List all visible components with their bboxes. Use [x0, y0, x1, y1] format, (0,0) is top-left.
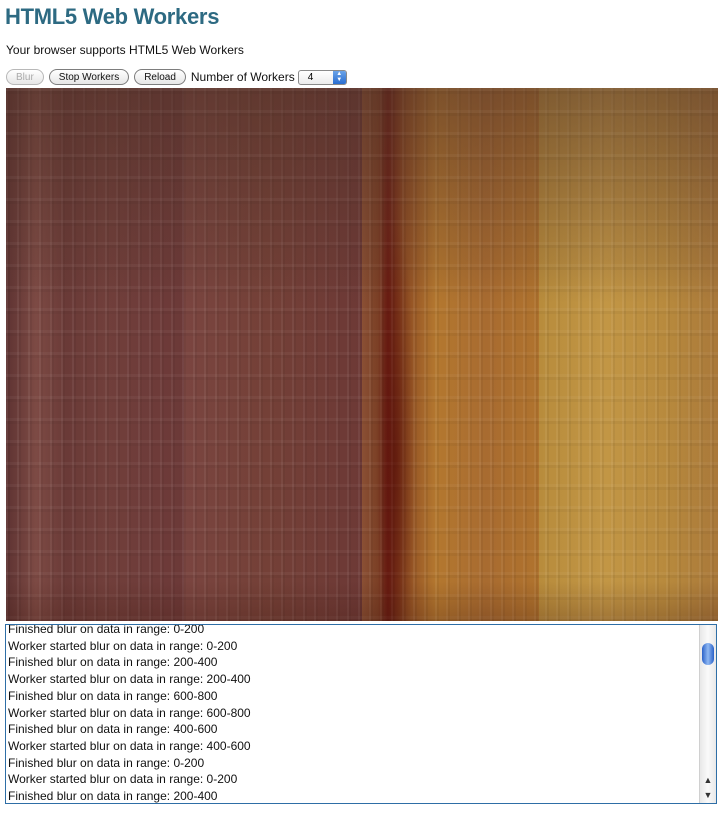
- log-line: Worker started blur on data in range: 0-…: [8, 772, 238, 787]
- workers-label: Number of Workers: [190, 70, 295, 84]
- reload-button[interactable]: Reload: [134, 69, 186, 85]
- log-line: Finished blur on data in range: 200-400: [8, 789, 218, 804]
- stop-workers-button[interactable]: Stop Workers: [48, 69, 130, 85]
- log-line: Finished blur on data in range: 400-600: [8, 722, 218, 737]
- blur-button[interactable]: Blur: [6, 69, 44, 85]
- status-log[interactable]: Finished blur on data in range: 0-200 Wor…: [5, 624, 717, 804]
- log-line: Worker started blur on data in range: 40…: [8, 738, 251, 753]
- toolbar: Blur Stop Workers Reload Number of Worke…: [6, 68, 347, 86]
- page-title: HTML5 Web Workers: [5, 4, 220, 29]
- log-line: Finished blur on data in range: 200-400: [8, 655, 218, 670]
- log-line: Finished blur on data in range: 0-200: [8, 755, 205, 770]
- log-scrollbar[interactable]: ▲ ▼: [699, 625, 716, 803]
- page: HTML5 Web Workers Your browser supports …: [0, 0, 725, 813]
- log-line: Finished blur on data in range: 0-200: [8, 624, 205, 636]
- workers-select-value: 4: [307, 71, 314, 83]
- log-line: Worker started blur on data in range: 0-…: [8, 638, 238, 653]
- support-message: Your browser supports HTML5 Web Workers: [6, 43, 244, 57]
- scroll-up-icon[interactable]: ▲: [700, 773, 716, 787]
- scroll-thumb[interactable]: [702, 643, 714, 665]
- image-canvas: [6, 88, 718, 621]
- workers-select[interactable]: 4 ▲ ▼: [297, 69, 347, 85]
- log-line: Worker started blur on data in range: 60…: [8, 705, 251, 720]
- select-arrows-icon: ▲ ▼: [332, 70, 346, 84]
- log-line: Worker started blur on data in range: 20…: [8, 672, 251, 687]
- log-line: Finished blur on data in range: 600-800: [8, 688, 218, 703]
- log-lines: Finished blur on data in range: 0-200 Wor…: [8, 624, 696, 804]
- scroll-down-icon[interactable]: ▼: [700, 788, 716, 802]
